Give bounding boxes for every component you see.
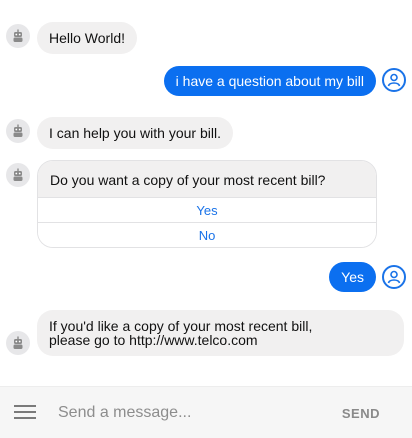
quick-reply-card: Do you want a copy of your most recent b… (37, 160, 377, 248)
bot-message-line: please go to http://www.telco.com (49, 332, 258, 348)
robot-icon (6, 331, 30, 355)
bot-message: I can help you with your bill. (37, 117, 233, 149)
user-icon (382, 68, 406, 92)
user-message: Yes (329, 262, 376, 292)
bot-message: Hello World! (37, 22, 137, 54)
menu-icon[interactable] (14, 405, 38, 423)
user-message: i have a question about my bill (163, 66, 376, 96)
user-icon (382, 265, 406, 289)
option-yes-button[interactable]: Yes (38, 197, 376, 222)
message-input[interactable] (58, 399, 318, 427)
option-no-button[interactable]: No (38, 222, 376, 247)
card-question: Do you want a copy of your most recent b… (38, 161, 376, 197)
message-composer: SEND (0, 386, 412, 438)
robot-icon (6, 163, 30, 187)
bot-message: If you'd like a copy of your most recent… (37, 310, 404, 356)
chat-transcript: Hello World! i have a question about my … (0, 0, 412, 382)
send-button[interactable]: SEND (342, 406, 380, 421)
robot-icon (6, 24, 30, 48)
bot-message-line: If you'd like a copy of your most recent… (49, 318, 313, 334)
robot-icon (6, 119, 30, 143)
